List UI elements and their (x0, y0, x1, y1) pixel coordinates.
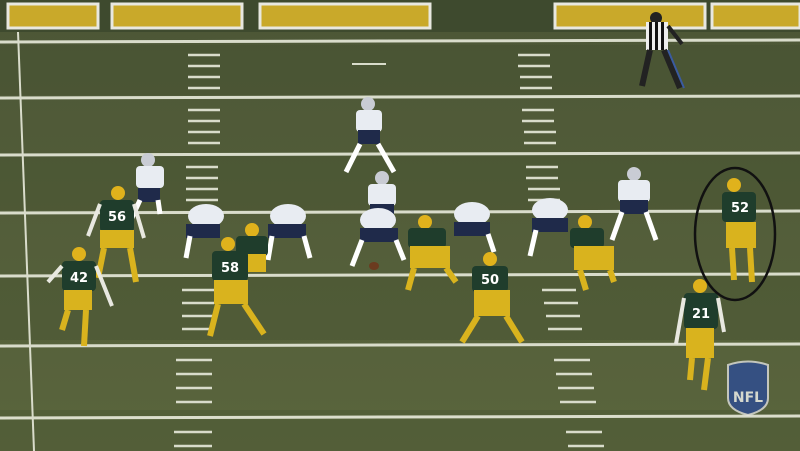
football-field-photo: 56 42 58 50 52 21 NFL (0, 0, 800, 451)
nfl-logo-text: NFL (733, 390, 763, 406)
home-player-50-number: 50 (481, 273, 499, 288)
home-player-58-number: 58 (221, 261, 239, 276)
endzone-lettering (0, 0, 800, 32)
home-player-21-number: 21 (692, 307, 710, 322)
field-scene: 56 42 58 50 52 21 NFL (0, 0, 800, 451)
nfl-shield-logo: NFL (727, 360, 769, 417)
home-player-42-number: 42 (70, 271, 88, 286)
home-player-56-number: 56 (108, 210, 126, 225)
home-player-52-number: 52 (731, 201, 749, 216)
